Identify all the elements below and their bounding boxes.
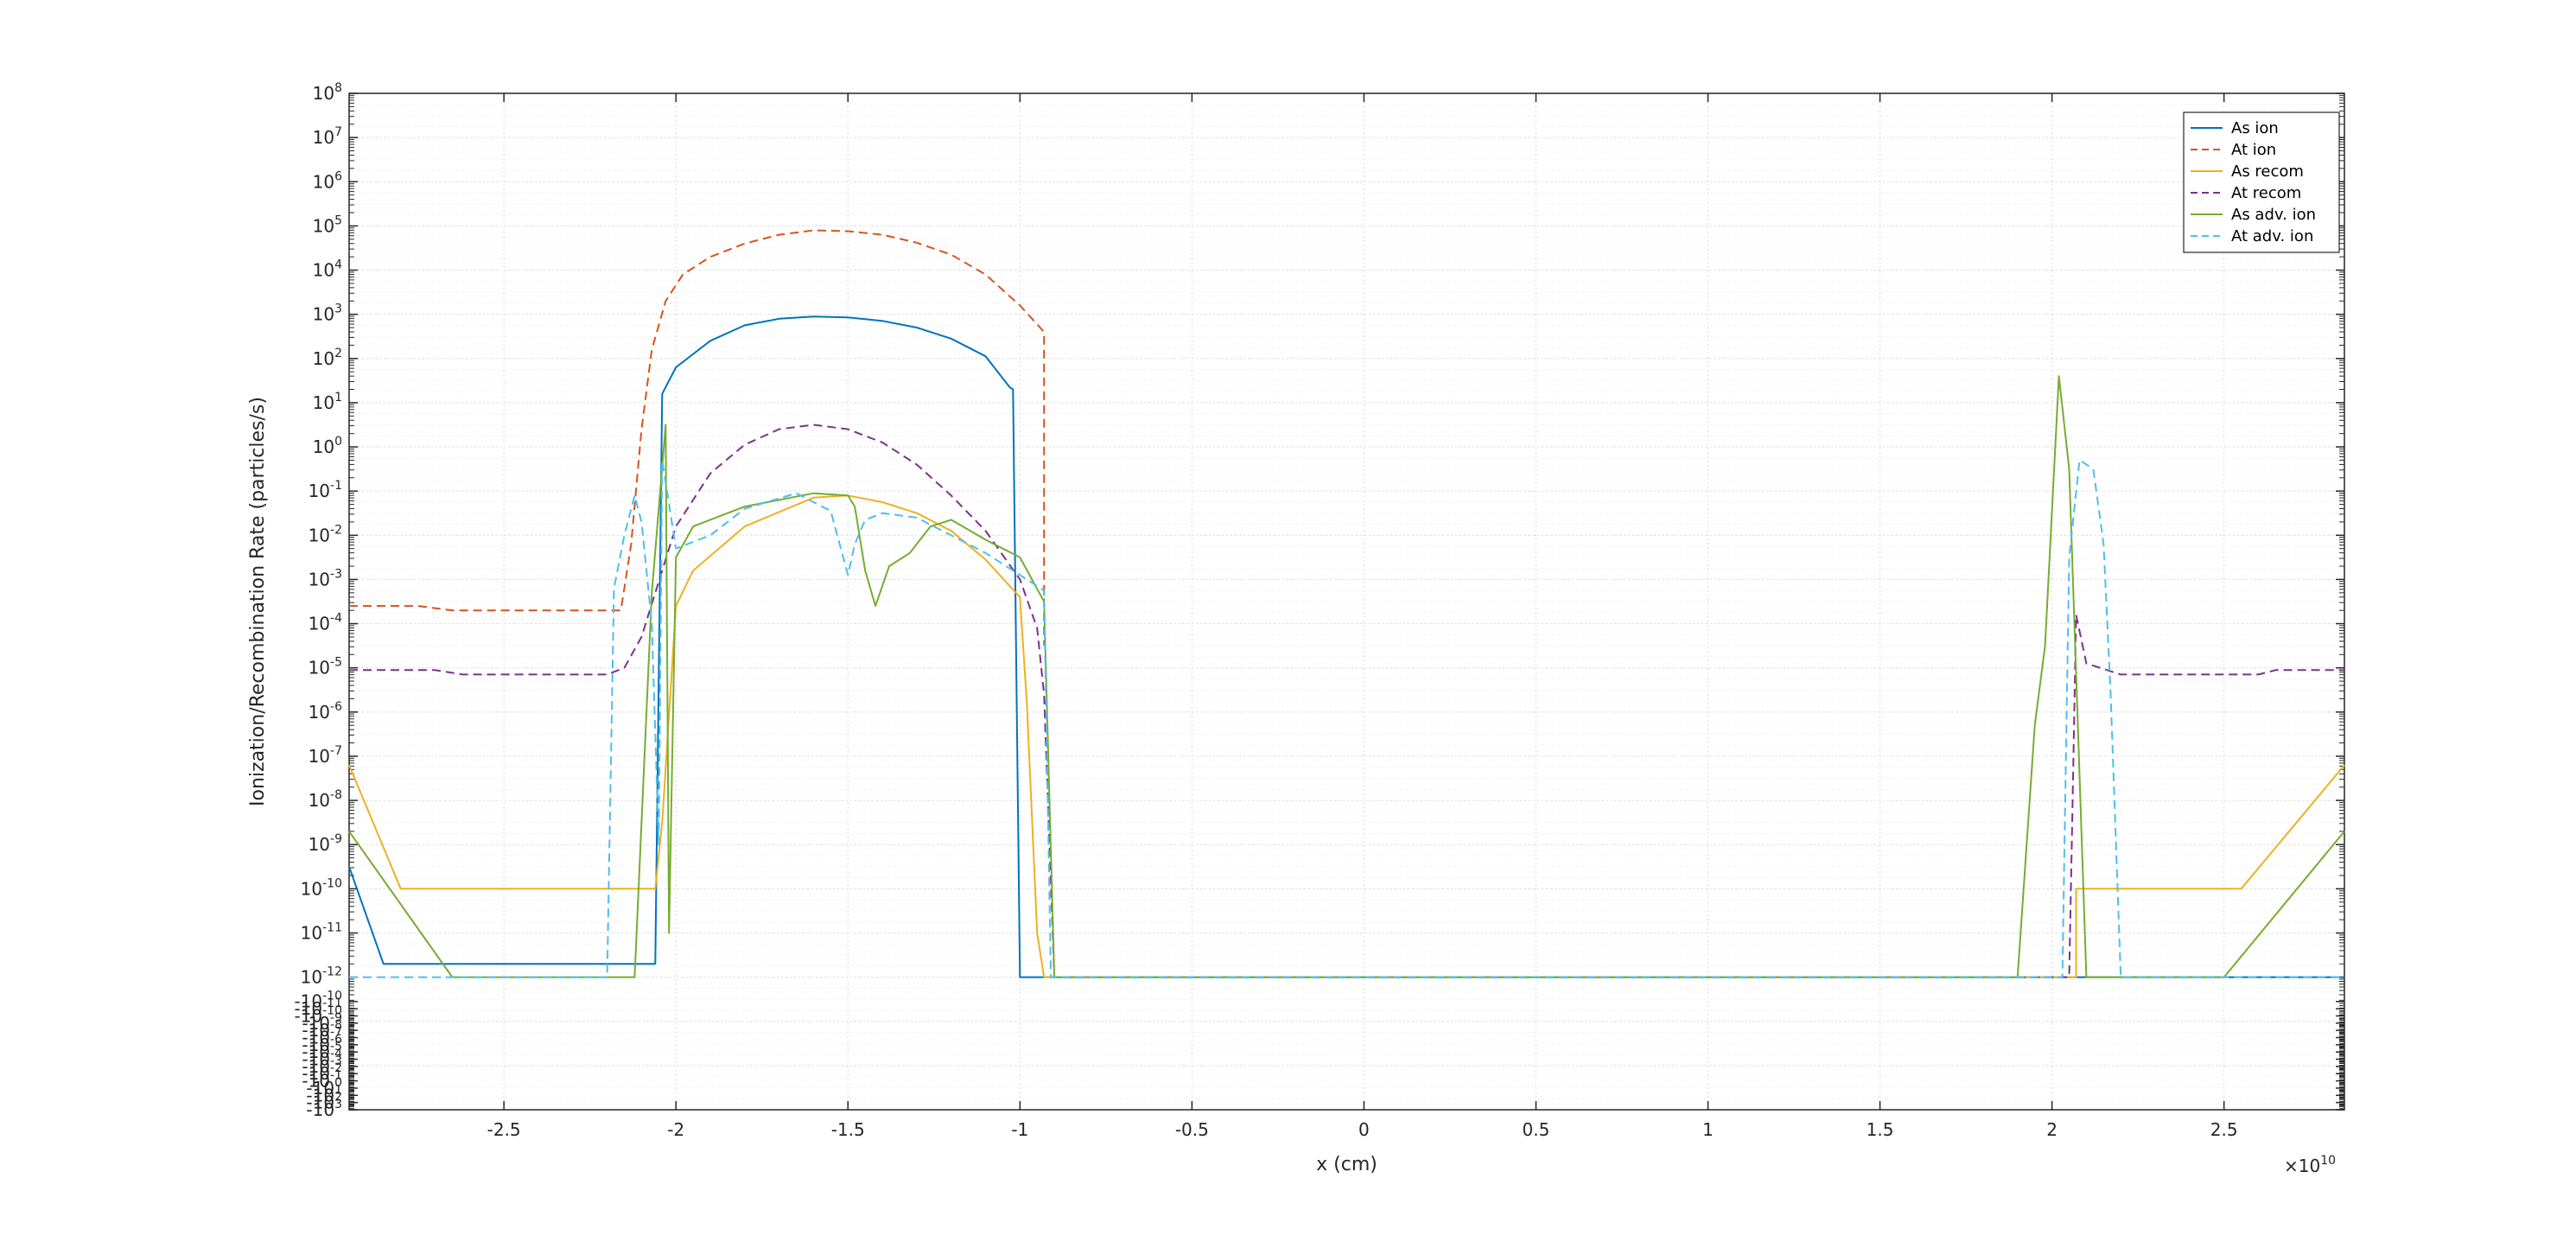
y-tick-label: -103: [306, 1098, 342, 1120]
x-tick-label: -1.5: [831, 1119, 865, 1140]
y-tick-label: 106: [313, 169, 342, 192]
legend-label: As recom: [2231, 162, 2304, 181]
y-tick-label: 103: [313, 303, 342, 325]
x-tick-label: -2: [667, 1119, 684, 1140]
y-tick-label: 10-8: [308, 788, 342, 811]
x-tick-label: 0.5: [1523, 1119, 1550, 1140]
y-tick-label: 10-12: [301, 965, 342, 988]
y-tick-label: 107: [313, 125, 342, 148]
x-axis-label: x (cm): [1316, 1154, 1377, 1175]
x-tick-label: 0: [1358, 1119, 1370, 1140]
y-tick-label: 105: [313, 213, 342, 236]
y-axis-label: Ionization/Recombination Rate (particles…: [247, 397, 269, 806]
x-exponent-base: 10: [2299, 1156, 2320, 1176]
y-tick-label: 10-4: [308, 612, 343, 634]
y-tick-label: 10-10: [301, 876, 342, 899]
x-tick-label: 1.5: [1867, 1119, 1894, 1140]
x-tick-label: -2.5: [487, 1119, 521, 1140]
y-tick-label: 10-6: [308, 700, 343, 723]
x-tick-label: -0.5: [1175, 1119, 1209, 1140]
x-tick-label: 2: [2046, 1119, 2058, 1140]
y-tick-label: 10-11: [301, 920, 342, 943]
y-tick-label: 10-1: [308, 479, 342, 501]
y-tick-label: 108: [313, 81, 342, 104]
grid: [349, 92, 2344, 1111]
y-tick-label: 100: [313, 435, 342, 457]
legend-label: As ion: [2231, 119, 2279, 137]
y-tick-label: 10-2: [308, 523, 342, 545]
x-exponent-power: 10: [2320, 1154, 2336, 1168]
y-tick-label: 10-9: [308, 832, 342, 855]
plot-area: [349, 93, 2344, 1110]
x-multiplier-prefix: ×: [2284, 1156, 2299, 1176]
y-tick-label: 101: [313, 391, 342, 413]
x-tick-label: 2.5: [2210, 1119, 2238, 1140]
x-exponent-label: ×1010: [2284, 1154, 2336, 1176]
y-tick-label: 10-7: [308, 744, 342, 767]
x-tick-label: -1: [1011, 1119, 1028, 1140]
x-tick-label: 1: [1702, 1119, 1714, 1140]
chart-svg: -2.5 -2 -1.5 -1 -0.5 0 0.5 1 1.5 2 2.5 108 107 106 105…: [247, 81, 2345, 1176]
y-tick-label: 10-5: [308, 656, 342, 678]
legend-label: At adv. ion: [2231, 227, 2313, 245]
legend-label: At ion: [2231, 141, 2276, 159]
legend-label: As adv. ion: [2231, 206, 2316, 224]
y-tick-label: 10-3: [308, 567, 342, 589]
legend-label: At recom: [2231, 184, 2301, 202]
y-tick-label: 102: [313, 347, 342, 369]
y-tick-label: 104: [313, 258, 342, 281]
legend: As ion At ion As recom At recom As adv. ion A…: [2183, 111, 2340, 253]
